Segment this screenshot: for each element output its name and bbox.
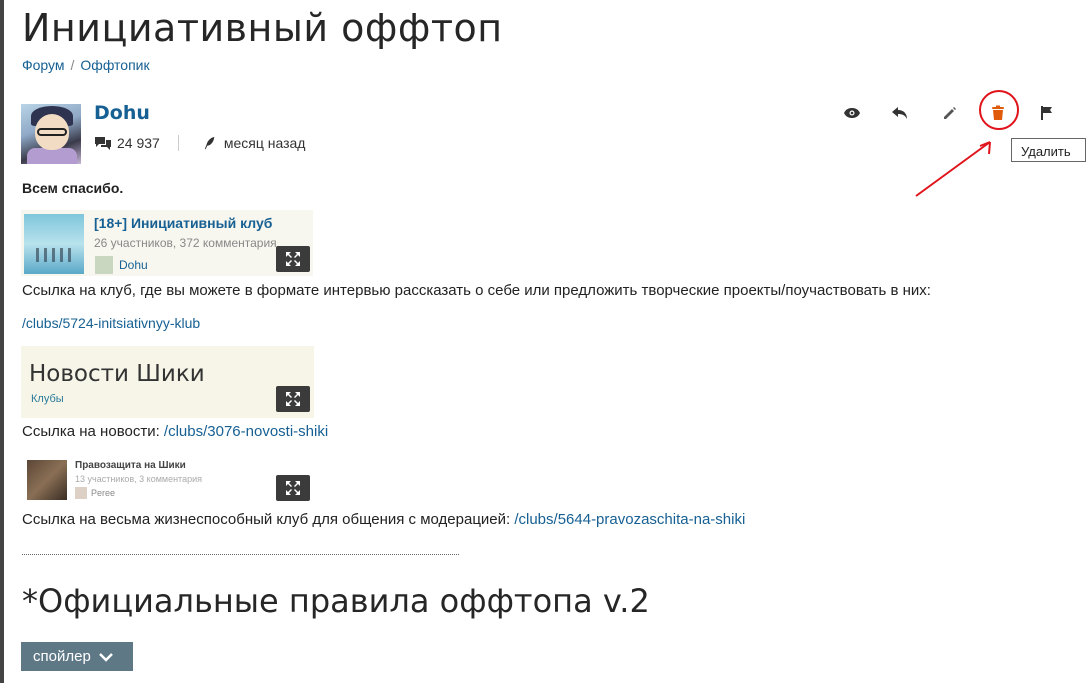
user-stats: 24 937 месяц назад [94,135,305,151]
club1-description: Ссылка на клуб, где вы можете в формате … [22,282,931,299]
reply-icon [892,107,907,119]
spoiler-label: спойлер [33,648,91,665]
club-card-initiative[interactable]: [18+] Инициативный клуб 26 участников, 3… [21,210,313,276]
club-title[interactable]: [18+] Инициативный клуб [94,215,272,231]
flag-button[interactable] [1034,100,1060,126]
club-author-name: Peree [91,488,116,498]
breadcrumb-separator: / [70,57,75,73]
annotation-circle [979,90,1019,130]
chevron-down-icon [98,652,113,662]
expand-button[interactable] [276,386,310,412]
club-author-avatar [75,487,87,499]
club-card-news[interactable]: Новости Шики Клубы [21,346,314,418]
comments-icon [95,137,111,150]
club2-label: Ссылка на новости: [22,423,164,440]
club-title[interactable]: Новости Шики [29,361,205,387]
page-title: Инициативный оффтоп [22,6,503,50]
club-title[interactable]: Правозащита на Шики [75,460,186,471]
eye-icon [844,108,860,118]
expand-button[interactable] [276,475,310,501]
club-category[interactable]: Клубы [31,393,64,405]
club-author[interactable]: Peree [75,487,115,499]
club2-line: Ссылка на новости: /clubs/3076-novosti-s… [22,423,328,440]
club1-link[interactable]: /clubs/5724-initsiativnyy-klub [22,315,200,331]
rules-heading: *Официальные правила оффтопа v.2 [22,582,650,620]
left-rail [0,0,4,683]
expand-button[interactable] [276,246,310,272]
stats-divider [177,135,179,151]
thanks-text: Всем спасибо. [22,180,124,196]
username[interactable]: Dohu [94,102,150,124]
watch-button[interactable] [839,100,865,126]
comment-count: 24 937 [117,135,160,151]
spoiler-button[interactable]: спойлер [21,642,133,671]
club-card-rights[interactable]: Правозащита на Шики 13 участников, 3 ком… [21,455,313,503]
annotation-arrow [915,141,991,197]
club-meta: 26 участников, 372 комментария [94,236,277,250]
club3-line: Ссылка на весьма жизнеспособный клуб для… [22,511,745,528]
delete-tooltip: Удалить [1011,138,1086,162]
club-author[interactable]: Dohu [95,256,148,274]
avatar[interactable] [21,104,81,164]
club3-link[interactable]: /clubs/5644-pravozaschita-na-shiki [514,511,745,528]
club-thumbnail [27,460,67,500]
expand-icon [286,392,300,406]
club-meta: 13 участников, 3 комментария [75,474,202,484]
breadcrumb: Форум / Оффтопик [22,57,150,73]
divider [22,554,459,555]
quill-icon [204,136,215,150]
edit-icon [944,107,956,119]
flag-icon [1041,106,1052,120]
club-author-avatar [95,256,113,274]
club3-label: Ссылка на весьма жизнеспособный клуб для… [22,511,515,528]
club2-link[interactable]: /clubs/3076-novosti-shiki [164,423,328,440]
breadcrumb-offtopic[interactable]: Оффтопик [80,57,149,73]
breadcrumb-forum[interactable]: Форум [22,57,65,73]
edit-button[interactable] [937,100,963,126]
reply-button[interactable] [887,100,913,126]
expand-icon [286,481,300,495]
expand-icon [286,252,300,266]
club-thumbnail [24,214,84,274]
post-time[interactable]: месяц назад [224,135,306,151]
club-author-name: Dohu [119,258,148,272]
